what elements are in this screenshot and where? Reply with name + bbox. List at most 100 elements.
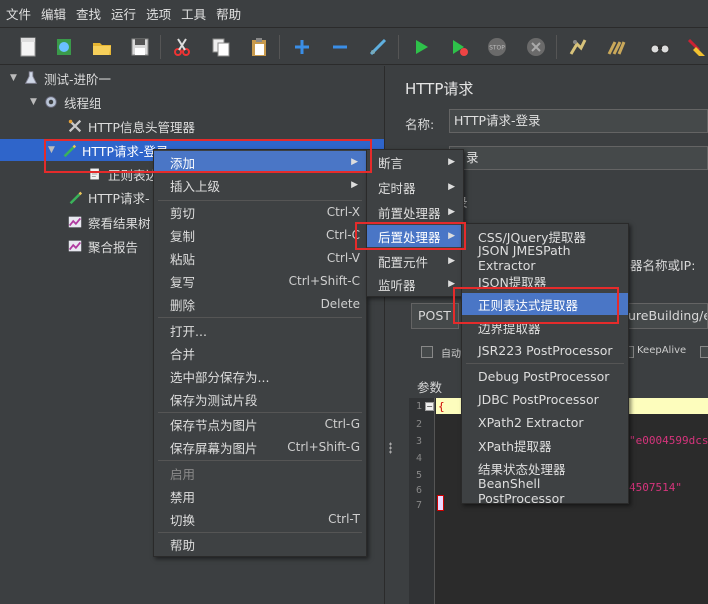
menu-item-assertion[interactable]: 断言 ▶ [367,151,463,173]
annotation-box-postprocessor [355,222,466,250]
submenu-arrow-icon: ▶ [448,207,455,217]
tree-node-thread-group[interactable]: ▼ 线程组 [30,91,102,113]
line-number: 1 [416,401,423,412]
broom-icon[interactable] [684,35,708,59]
menu-item-open[interactable]: 打开... [154,319,366,341]
menu-item-paste[interactable]: 粘贴 Ctrl-V [154,247,366,269]
menu-item-jdbc-postprocessor[interactable]: JDBC PostProcessor [462,388,628,410]
menu-item-save-node-image[interactable]: 保存节点为图片 Ctrl-G [154,413,366,435]
menu-tools[interactable]: 工具 [181,4,206,23]
collapse-icon[interactable] [328,35,352,59]
method-select[interactable]: POST [411,303,459,329]
menu-options[interactable]: 选项 [146,4,171,23]
open-icon[interactable] [90,35,114,59]
chart-icon [66,237,84,255]
menu-item-copy[interactable]: 复制 Ctrl-C [154,224,366,246]
panel-splitter[interactable] [384,66,394,604]
menu-item-xpath-extractor[interactable]: XPath提取器 [462,434,628,456]
tree-node-aggregate-report[interactable]: 聚合报告 [66,235,138,257]
shutdown-icon[interactable] [524,35,548,59]
paste-icon[interactable] [247,35,271,59]
templates-icon[interactable] [52,35,76,59]
menu-item-disable[interactable]: 禁用 [154,485,366,507]
menu-item-delete[interactable]: 删除 Delete [154,293,366,315]
annotation-box-regex-extractor [453,287,619,324]
tools-icon [66,117,84,135]
menu-item-enable: 启用 [170,466,196,482]
line-number: 4 [416,453,423,464]
start-no-pause-icon[interactable] [447,35,471,59]
path-input[interactable]: ureBuilding/ep [625,303,708,329]
new-icon[interactable] [16,35,40,59]
save-icon[interactable] [128,35,152,59]
line-number: 2 [416,419,423,430]
code-string-fragment: 4507514" [629,481,682,494]
menu-item-beanshell-postprocessor[interactable]: BeanShell PostProcessor [462,476,628,506]
name-label: 名称: [405,117,435,132]
toolbar: STOP [0,29,708,65]
splitter-grip-icon[interactable] [389,442,392,454]
menu-edit[interactable]: 编辑 [41,4,66,23]
stop-icon[interactable]: STOP [485,35,509,59]
expanded-arrow-icon[interactable]: ▼ [30,97,42,107]
menu-item-merge[interactable]: 合并 [154,342,366,364]
submenu-arrow-icon: ▶ [448,157,455,167]
tree-label-header-manager: HTTP信息头管理器 [88,119,195,135]
menu-item-insert-parent[interactable]: 插入上级 ▶ [154,174,366,196]
menu-item-timer[interactable]: 定时器 ▶ [367,176,463,198]
chart-icon [66,213,84,231]
flask-icon [22,69,40,87]
menu-item-cut[interactable]: 剪切 Ctrl-X [154,201,366,223]
line-number: 5 [416,470,423,481]
menu-item-save-fragment[interactable]: 保存为测试片段 [154,388,366,410]
menu-run[interactable]: 运行 [111,4,136,23]
submenu-arrow-icon: ▶ [351,180,358,190]
menu-search[interactable]: 查找 [76,4,101,23]
auto-redirect-checkbox[interactable] [421,346,433,358]
fold-collapse-icon[interactable]: − [425,402,434,411]
keepalive-label: KeepAlive [637,345,687,356]
menu-file[interactable]: 文件 [6,4,31,23]
menu-item-json-jmespath-extractor[interactable]: JSON JMESPath Extractor [462,243,628,273]
toggle-icon[interactable] [366,35,390,59]
menu-item-debug-postprocessor[interactable]: Debug PostProcessor [462,365,628,387]
comment-input[interactable]: 录 [449,146,708,170]
menu-item-toggle[interactable]: 切换 Ctrl-T [154,508,366,530]
binoculars-icon[interactable] [648,35,672,59]
tree-node-result-tree[interactable]: 察看结果树 [66,211,151,233]
copy-icon[interactable] [209,35,233,59]
name-input[interactable]: HTTP请求-登录 [449,109,708,133]
server-name-label: 器名称或IP: [630,258,696,273]
menu-item-config-element[interactable]: 配置元件 ▶ [367,250,463,272]
svg-text:STOP: STOP [489,45,505,52]
tree-label-aggregate-report: 聚合报告 [88,239,139,255]
context-menu: 添加 ▶ 插入上级 ▶ 剪切 Ctrl-X 复制 Ctrl-C 粘贴 Ctrl-V 复写 C… [153,149,367,557]
auto-redirect-label: 自动 [441,349,461,360]
expanded-arrow-icon[interactable]: ▼ [10,73,22,83]
menu-help[interactable]: 帮助 [216,4,241,23]
expand-icon[interactable] [290,35,314,59]
tree-node-http-request-other[interactable]: HTTP请求- [66,186,150,208]
start-icon[interactable] [409,35,433,59]
multipart-checkbox[interactable] [700,346,708,358]
tree-label-thread-group: 线程组 [64,95,102,111]
menu-item-save-screen-image[interactable]: 保存屏幕为图片 Ctrl+Shift-G [154,436,366,458]
menu-item-listener[interactable]: 监听器 ▶ [367,273,463,295]
code-string-fragment: "e0004599dcs [629,434,708,447]
menu-item-save-selection[interactable]: 选中部分保存为... [154,365,366,387]
menu-item-help[interactable]: 帮助 [154,533,366,555]
menu-item-jsr223-postprocessor[interactable]: JSR223 PostProcessor [462,339,628,361]
menu-item-preprocessor[interactable]: 前置处理器 ▶ [367,201,463,223]
menu-item-duplicate[interactable]: 复写 Ctrl+Shift-C [154,270,366,292]
cut-icon[interactable] [170,35,194,59]
tree-node-test-plan[interactable]: ▼ 测试-进阶一 [10,67,111,89]
menu-item-xpath2-extractor[interactable]: XPath2 Extractor [462,411,628,433]
closing-brace-marker [437,495,444,511]
line-number: 3 [416,436,423,447]
tree-label-test-plan: 测试-进阶一 [44,71,112,87]
submenu-arrow-icon: ▶ [448,256,455,266]
clear-all-icon[interactable] [604,35,628,59]
tab-parameters[interactable]: 参数 [417,377,442,396]
tree-node-header-manager[interactable]: HTTP信息头管理器 [66,115,195,137]
clear-icon[interactable] [566,35,590,59]
